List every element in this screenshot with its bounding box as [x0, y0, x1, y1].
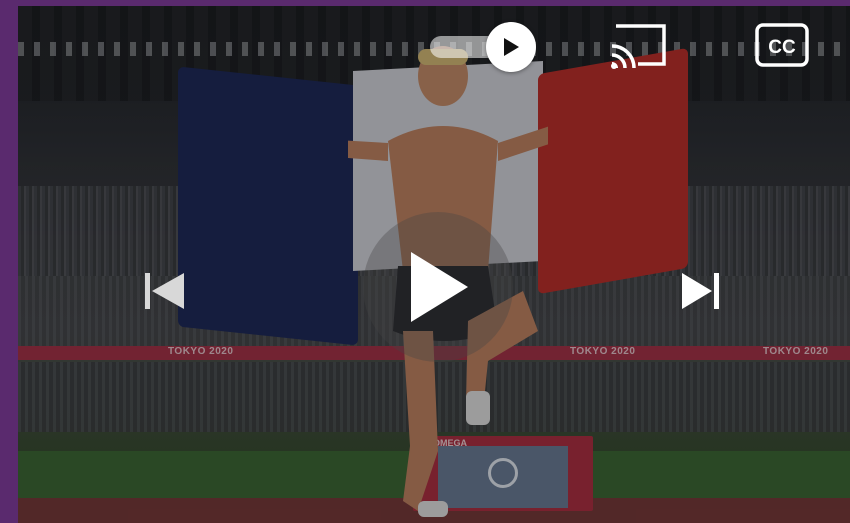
next-button[interactable] — [678, 268, 724, 314]
previous-button[interactable] — [140, 268, 186, 314]
play-icon — [411, 252, 468, 322]
captions-label: CC — [768, 37, 796, 58]
play-button[interactable] — [363, 212, 513, 362]
skip-previous-icon — [145, 273, 184, 309]
video-player[interactable]: TOKYO 2020 TOKYO 2020 TOKYO 2020 OMEGA C… — [18, 6, 850, 523]
captions-button[interactable]: CC — [754, 22, 810, 68]
play-icon — [504, 38, 519, 56]
cast-button[interactable] — [610, 20, 670, 70]
closed-captions-icon: CC — [755, 23, 809, 67]
toggle-knob — [486, 22, 536, 72]
skip-next-icon — [682, 273, 719, 309]
autoplay-toggle[interactable] — [430, 22, 536, 72]
cast-icon — [611, 24, 666, 69]
